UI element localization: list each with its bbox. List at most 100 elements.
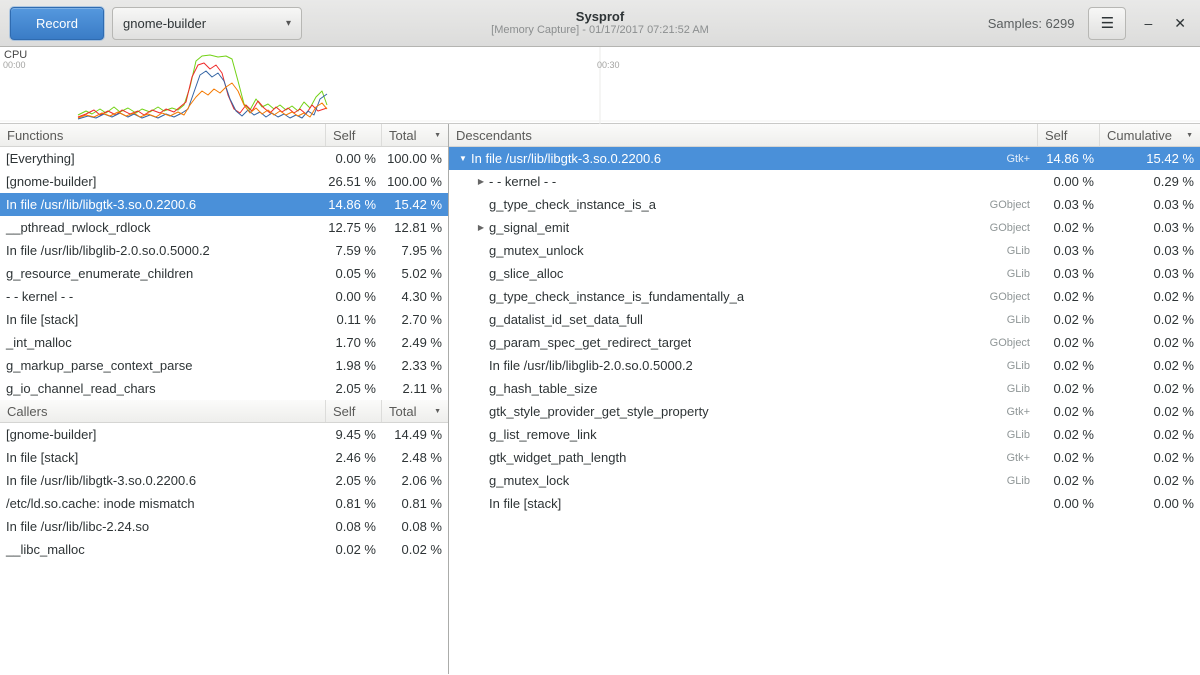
callers-self-column-header[interactable]: Self — [326, 400, 382, 422]
minimize-button[interactable]: ‒ — [1140, 15, 1156, 31]
function-name: In file [stack] — [0, 446, 326, 469]
function-name: In file [stack] — [489, 496, 561, 511]
record-button[interactable]: Record — [10, 7, 104, 40]
tree-row[interactable]: gtk_style_provider_get_style_propertyGtk… — [449, 400, 1200, 423]
self-percent: 0.02 % — [1038, 308, 1100, 331]
table-row[interactable]: /etc/ld.so.cache: inode mismatch0.81 %0.… — [0, 492, 448, 515]
function-name: In file /usr/lib/libglib-2.0.so.0.5000.2 — [0, 239, 326, 262]
descendants-column-header[interactable]: Descendants — [449, 124, 1038, 146]
tree-row[interactable]: In file /usr/lib/libglib-2.0.so.0.5000.2… — [449, 354, 1200, 377]
descendant-name-cell: g_slice_allocGLib — [449, 262, 1038, 285]
function-name: g_slice_alloc — [489, 266, 563, 281]
cumulative-percent: 0.03 % — [1100, 193, 1200, 216]
self-percent: 14.86 % — [326, 193, 382, 216]
cumulative-percent: 0.02 % — [1100, 354, 1200, 377]
tree-row[interactable]: g_hash_table_sizeGLib0.02 %0.02 % — [449, 377, 1200, 400]
table-row[interactable]: - - kernel - -0.00 %4.30 % — [0, 285, 448, 308]
self-percent: 0.00 % — [1038, 170, 1100, 193]
table-row[interactable]: _int_malloc1.70 %2.49 % — [0, 331, 448, 354]
table-row[interactable]: [Everything]0.00 %100.00 % — [0, 147, 448, 170]
self-percent: 9.45 % — [326, 423, 382, 446]
tree-indent — [455, 319, 473, 320]
close-button[interactable]: ✕ — [1170, 15, 1190, 32]
descendants-cumulative-column-header[interactable]: Cumulative ▼ — [1100, 124, 1200, 146]
table-row[interactable]: In file /usr/lib/libgtk-3.so.0.2200.614.… — [0, 193, 448, 216]
self-percent: 0.00 % — [1038, 492, 1100, 515]
tree-indent — [455, 227, 473, 228]
callers-total-column-header[interactable]: Total ▼ — [382, 400, 448, 422]
total-percent: 2.06 % — [382, 469, 448, 492]
sort-descending-icon: ▼ — [434, 408, 441, 415]
tree-indent — [455, 342, 473, 343]
tree-row[interactable]: g_type_check_instance_is_aGObject0.03 %0… — [449, 193, 1200, 216]
sort-descending-icon: ▼ — [434, 132, 441, 139]
function-name: __pthread_rwlock_rdlock — [0, 216, 326, 239]
function-name: In file [stack] — [0, 308, 326, 331]
cpu-timeline[interactable]: CPU 00:00 00:30 — [0, 47, 1200, 124]
table-row[interactable]: g_resource_enumerate_children0.05 %5.02 … — [0, 262, 448, 285]
header-right-group: Samples: 6299 ☰ ‒ ✕ — [988, 7, 1190, 40]
table-row[interactable]: In file /usr/lib/libglib-2.0.so.0.5000.2… — [0, 239, 448, 262]
tree-row[interactable]: ▶- - kernel - -0.00 %0.29 % — [449, 170, 1200, 193]
table-row[interactable]: In file [stack]0.11 %2.70 % — [0, 308, 448, 331]
expander-open-icon[interactable]: ▼ — [455, 154, 471, 163]
functions-column-header[interactable]: Functions — [0, 124, 326, 146]
self-percent: 0.02 % — [1038, 400, 1100, 423]
table-row[interactable]: In file /usr/lib/libgtk-3.so.0.2200.62.0… — [0, 469, 448, 492]
process-selector[interactable]: gnome-builder ▾ — [112, 7, 302, 40]
tree-row[interactable]: g_list_remove_linkGLib0.02 %0.02 % — [449, 423, 1200, 446]
tree-indent — [455, 296, 473, 297]
descendant-name-cell: ▶- - kernel - - — [449, 170, 1038, 193]
tree-row[interactable]: ▶g_signal_emitGObject0.02 %0.03 % — [449, 216, 1200, 239]
expander-closed-icon[interactable]: ▶ — [473, 223, 489, 232]
tree-row[interactable]: g_param_spec_get_redirect_targetGObject0… — [449, 331, 1200, 354]
cumulative-percent: 0.00 % — [1100, 492, 1200, 515]
self-percent: 26.51 % — [326, 170, 382, 193]
functions-total-column-header[interactable]: Total ▼ — [382, 124, 448, 146]
table-row[interactable]: [gnome-builder]9.45 %14.49 % — [0, 423, 448, 446]
cumulative-percent: 0.02 % — [1100, 331, 1200, 354]
function-name: [Everything] — [0, 147, 326, 170]
self-percent: 2.05 % — [326, 377, 382, 400]
table-row[interactable]: [gnome-builder]26.51 %100.00 % — [0, 170, 448, 193]
tree-row[interactable]: ▼In file /usr/lib/libgtk-3.so.0.2200.6Gt… — [449, 147, 1200, 170]
function-name: g_resource_enumerate_children — [0, 262, 326, 285]
descendant-name-cell: In file /usr/lib/libglib-2.0.so.0.5000.2… — [449, 354, 1038, 377]
table-row[interactable]: g_io_channel_read_chars2.05 %2.11 % — [0, 377, 448, 400]
table-row[interactable]: __pthread_rwlock_rdlock12.75 %12.81 % — [0, 216, 448, 239]
expander-closed-icon[interactable]: ▶ — [473, 177, 489, 186]
table-row[interactable]: __libc_malloc0.02 %0.02 % — [0, 538, 448, 561]
total-percent: 0.08 % — [382, 515, 448, 538]
cumulative-percent: 0.03 % — [1100, 216, 1200, 239]
table-row[interactable]: In file /usr/lib/libc-2.24.so0.08 %0.08 … — [0, 515, 448, 538]
tree-row[interactable]: g_datalist_id_set_data_fullGLib0.02 %0.0… — [449, 308, 1200, 331]
tree-row[interactable]: g_slice_allocGLib0.03 %0.03 % — [449, 262, 1200, 285]
tree-row[interactable]: In file [stack] 0.00 %0.00 % — [449, 492, 1200, 515]
self-percent: 1.98 % — [326, 354, 382, 377]
function-name: - - kernel - - — [489, 174, 556, 189]
library-badge: GLib — [1003, 360, 1034, 372]
function-name: g_mutex_unlock — [489, 243, 584, 258]
tree-indent — [455, 250, 473, 251]
tree-row[interactable]: g_mutex_lockGLib0.02 %0.02 % — [449, 469, 1200, 492]
self-percent: 14.86 % — [1038, 147, 1100, 170]
tree-row[interactable]: g_type_check_instance_is_fundamentally_a… — [449, 285, 1200, 308]
total-percent: 2.70 % — [382, 308, 448, 331]
table-row[interactable]: g_markup_parse_context_parse1.98 %2.33 % — [0, 354, 448, 377]
callers-column-header[interactable]: Callers — [0, 400, 326, 422]
self-percent: 0.02 % — [1038, 469, 1100, 492]
tree-row[interactable]: g_mutex_unlockGLib0.03 %0.03 % — [449, 239, 1200, 262]
functions-self-column-header[interactable]: Self — [326, 124, 382, 146]
self-percent: 0.03 % — [1038, 193, 1100, 216]
descendants-self-column-header[interactable]: Self — [1038, 124, 1100, 146]
tree-row[interactable]: gtk_widget_path_lengthGtk+0.02 %0.02 % — [449, 446, 1200, 469]
cpu-line-red — [78, 63, 327, 117]
cumulative-percent: 0.02 % — [1100, 446, 1200, 469]
callers-table: [gnome-builder]9.45 %14.49 %In file [sta… — [0, 423, 448, 561]
table-row[interactable]: In file [stack]2.46 %2.48 % — [0, 446, 448, 469]
function-name: /etc/ld.so.cache: inode mismatch — [0, 492, 326, 515]
function-name: g_mutex_lock — [489, 473, 569, 488]
descendant-name-cell: g_type_check_instance_is_aGObject — [449, 193, 1038, 216]
menu-button[interactable]: ☰ — [1088, 7, 1126, 40]
function-name: g_hash_table_size — [489, 381, 597, 396]
